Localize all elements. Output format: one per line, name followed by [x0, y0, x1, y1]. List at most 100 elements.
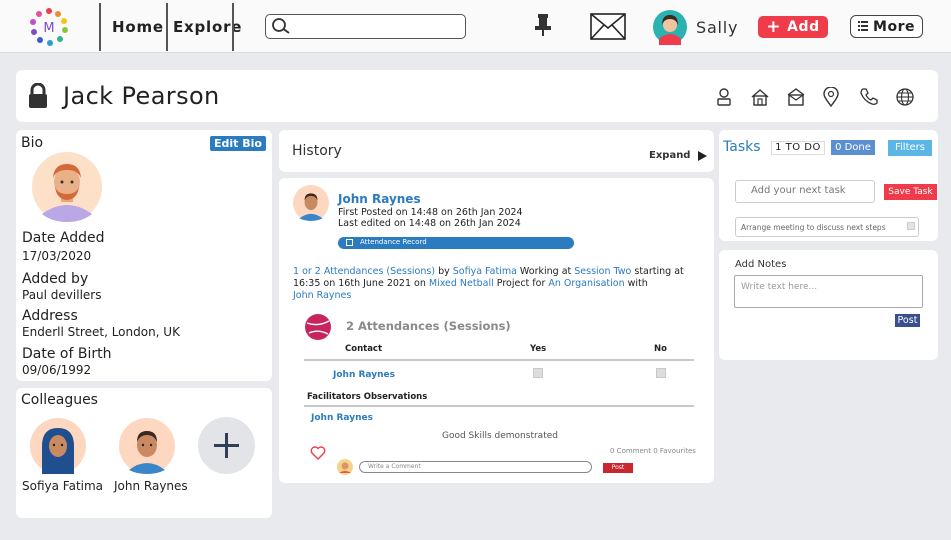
nav-home-link[interactable]: Home	[112, 18, 164, 36]
author-avatar[interactable]	[293, 185, 329, 225]
added-by-label: Added by	[22, 271, 89, 287]
col-yes-header: Yes	[530, 344, 547, 354]
pin-icon[interactable]	[532, 13, 554, 41]
history-entry: John Raynes First Posted on 14:48 on 26t…	[279, 178, 714, 483]
save-task-button[interactable]: Save Task	[884, 184, 937, 200]
add-colleague-button[interactable]	[198, 417, 255, 474]
dob-label: Date of Birth	[22, 346, 112, 362]
colleague-name[interactable]: John Raynes	[114, 479, 188, 493]
mail-icon[interactable]	[590, 13, 626, 44]
author-name[interactable]: John Raynes	[338, 192, 421, 206]
session-link[interactable]: Session Two	[574, 266, 631, 277]
dob-value: 09/06/1992	[22, 363, 92, 377]
task-item-text: Arrange meeting to discuss next steps	[741, 223, 886, 232]
task-item[interactable]: Arrange meeting to discuss next steps	[735, 217, 919, 237]
done-tab[interactable]: 0 Done	[831, 140, 875, 155]
lock-icon	[28, 82, 48, 113]
profile-header: Jack Pearson	[16, 70, 938, 122]
bio-card: Bio Edit Bio Date Added 17/03/2020 Added…	[16, 130, 272, 381]
with-person-link[interactable]: John Raynes	[293, 290, 351, 301]
col-no-header: No	[654, 344, 667, 354]
plus-icon: +	[766, 16, 782, 37]
desc-text: Working at	[516, 266, 575, 277]
commenter-avatar	[337, 459, 353, 479]
more-button-label: More	[873, 18, 915, 35]
observations-title: Facilitators Observations	[307, 392, 428, 402]
address-book-icon[interactable]	[787, 88, 805, 110]
app-logo[interactable]: M	[30, 8, 68, 46]
attendances-link[interactable]: 1 or 2 Attendances (Sessions)	[293, 266, 435, 277]
comment-placeholder: Write a Comment	[368, 463, 421, 470]
tasks-title: Tasks	[723, 139, 761, 155]
search-icon	[271, 17, 291, 39]
new-task-placeholder: Add your next task	[751, 185, 846, 196]
profile-name: Jack Pearson	[63, 82, 220, 110]
globe-icon[interactable]	[896, 88, 914, 110]
date-added-label: Date Added	[22, 230, 105, 246]
notes-card: Add Notes Write text here... Post	[719, 250, 938, 360]
history-description: 1 or 2 Attendances (Sessions) by Sofiya …	[293, 266, 713, 302]
observer-name[interactable]: John Raynes	[311, 413, 373, 423]
record-type-label: Attendance Record	[360, 238, 427, 246]
search-input[interactable]	[265, 14, 466, 39]
tasks-card: Tasks 1 TO DO 0 Done Filters Add your ne…	[719, 130, 938, 241]
person-link[interactable]: Sofiya Fatima	[453, 266, 517, 277]
colleague-avatar[interactable]	[30, 418, 86, 478]
observations-divider	[304, 405, 694, 407]
project-link[interactable]: Mixed Netball	[429, 278, 494, 289]
more-button[interactable]: More	[850, 15, 923, 38]
notes-textarea[interactable]: Write text here...	[734, 275, 923, 308]
nav-divider	[232, 3, 234, 51]
comment-post-button[interactable]: Post	[603, 463, 633, 473]
notes-placeholder: Write text here...	[741, 282, 818, 292]
nav-divider	[166, 3, 168, 51]
colleagues-title: Colleagues	[21, 392, 98, 408]
add-button[interactable]: + Add	[758, 16, 828, 38]
plus-icon	[214, 433, 239, 462]
contact-person-icon[interactable]	[716, 88, 732, 110]
top-nav-bar: M Home Explore Sally + Add More	[0, 0, 951, 53]
svg-text:M: M	[43, 21, 54, 36]
location-pin-icon[interactable]	[823, 86, 839, 111]
home-icon[interactable]	[751, 88, 769, 110]
task-checkbox[interactable]	[907, 222, 915, 230]
profile-avatar	[32, 152, 102, 226]
play-arrow-icon	[698, 146, 708, 165]
user-name[interactable]: Sally	[696, 18, 738, 37]
last-edited: Last edited on 14:48 on 26th Jan 2024	[338, 218, 521, 229]
nav-divider	[99, 3, 101, 51]
desc-text: Project for	[493, 278, 549, 289]
added-by-value: Paul devillers	[22, 288, 102, 302]
netball-icon	[304, 313, 332, 345]
no-checkbox[interactable]	[656, 368, 666, 378]
address-label: Address	[22, 308, 78, 324]
col-contact-header: Contact	[345, 344, 383, 354]
observation-text: Good Skills demonstrated	[442, 431, 558, 441]
heart-icon[interactable]	[310, 445, 326, 464]
user-avatar[interactable]	[652, 9, 688, 49]
address-value: Enderll Street, London, UK	[22, 325, 180, 339]
table-divider	[304, 359, 694, 361]
colleague-name[interactable]: Sofiya Fatima	[22, 479, 103, 493]
table-row-contact[interactable]: John Raynes	[333, 370, 395, 380]
todo-tab[interactable]: 1 TO DO	[771, 141, 825, 155]
filters-button[interactable]: Filters	[888, 140, 932, 156]
desc-text: by	[435, 266, 453, 277]
desc-text: with	[624, 278, 648, 289]
phone-icon[interactable]	[860, 88, 878, 110]
date-added-value: 17/03/2020	[22, 249, 92, 263]
attendance-title: 2 Attendances (Sessions)	[346, 319, 511, 333]
first-posted: First Posted on 14:48 on 26th Jan 2024	[338, 207, 523, 218]
notes-post-button[interactable]: Post	[895, 314, 920, 327]
bio-title: Bio	[21, 135, 44, 151]
checkbox-icon	[346, 239, 353, 246]
expand-button[interactable]: Expand	[649, 146, 708, 165]
organisation-link[interactable]: An Organisation	[548, 278, 624, 289]
new-task-input[interactable]: Add your next task	[735, 180, 875, 203]
edit-bio-button[interactable]: Edit Bio	[210, 136, 266, 151]
yes-checkbox[interactable]	[533, 368, 543, 378]
colleague-avatar[interactable]	[119, 418, 175, 478]
comment-input[interactable]: Write a Comment	[359, 461, 592, 473]
record-type-badge: Attendance Record	[338, 237, 574, 249]
add-button-label: Add	[787, 19, 820, 35]
